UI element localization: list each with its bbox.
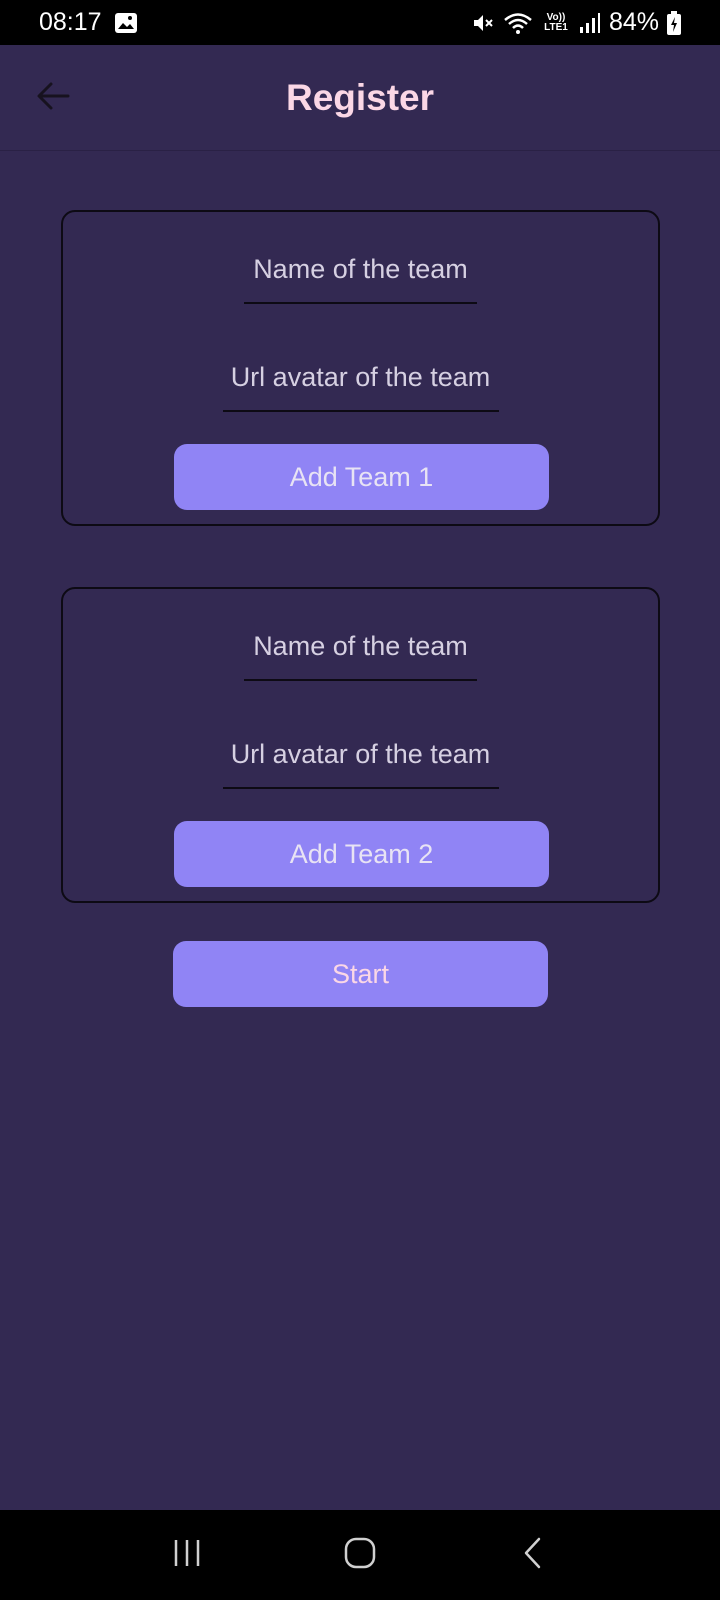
back-chevron-icon bbox=[521, 1536, 545, 1575]
start-button[interactable]: Start bbox=[173, 941, 548, 1007]
team-2-card: Add Team 2 bbox=[61, 587, 660, 903]
battery-percent: 84% bbox=[608, 8, 659, 36]
team-1-url-input[interactable] bbox=[195, 357, 526, 397]
team-2-name-field bbox=[63, 626, 658, 681]
volte-icon: Vo)) LTE1 bbox=[541, 11, 571, 33]
recents-icon bbox=[171, 1538, 203, 1573]
team-2-url-underline bbox=[222, 787, 499, 789]
arrow-left-icon bbox=[36, 81, 70, 116]
status-bar: 08:17 Vo)) LTE1 84% bbox=[0, 0, 720, 45]
volte-label: Vo)) LTE1 bbox=[544, 11, 568, 33]
team-1-name-underline bbox=[244, 302, 477, 304]
signal-icon bbox=[579, 12, 601, 34]
recents-button[interactable] bbox=[157, 1525, 217, 1585]
wifi-icon bbox=[503, 11, 533, 35]
team-1-url-underline bbox=[222, 410, 499, 412]
nav-back-button[interactable] bbox=[503, 1525, 563, 1585]
app-bar: Register bbox=[0, 45, 720, 151]
team-1-name-input[interactable] bbox=[210, 249, 511, 289]
add-team-1-button[interactable]: Add Team 1 bbox=[174, 444, 549, 510]
system-nav-bar bbox=[0, 1510, 720, 1600]
home-button[interactable] bbox=[330, 1525, 390, 1585]
team-2-name-underline bbox=[244, 679, 477, 681]
add-team-2-button[interactable]: Add Team 2 bbox=[174, 821, 549, 887]
mute-icon bbox=[471, 11, 495, 35]
status-time: 08:17 bbox=[39, 8, 102, 36]
battery-charging-icon bbox=[667, 10, 681, 35]
page-title: Register bbox=[285, 76, 435, 118]
team-1-name-field bbox=[63, 249, 658, 304]
team-2-name-input[interactable] bbox=[210, 626, 511, 666]
team-2-url-field bbox=[63, 734, 658, 789]
team-2-url-input[interactable] bbox=[195, 734, 526, 774]
team-1-url-field bbox=[63, 357, 658, 412]
image-icon bbox=[114, 12, 138, 34]
back-button[interactable] bbox=[30, 75, 76, 121]
team-1-card: Add Team 1 bbox=[61, 210, 660, 526]
home-icon bbox=[343, 1536, 377, 1575]
